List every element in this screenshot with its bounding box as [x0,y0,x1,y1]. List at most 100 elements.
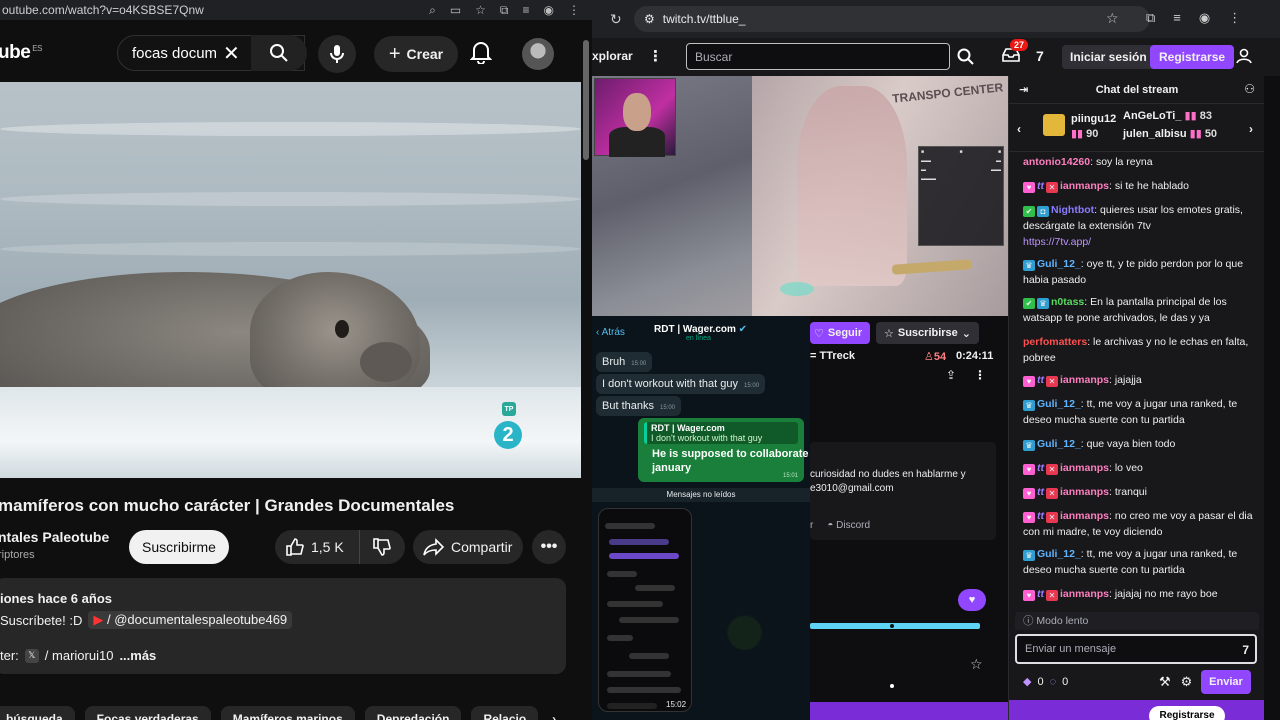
zoom-icon[interactable]: ⌕ [429,3,436,18]
register-button[interactable]: Registrarse [1150,45,1235,69]
discord-link[interactable]: ◓ Discord [827,520,870,531]
favorite-star-icon[interactable]: ☆ [970,656,983,673]
description-box[interactable]: iones hace 6 años Suscríbete! :D ▶ / @do… [0,578,566,674]
social-link[interactable]: r [810,520,813,531]
login-button[interactable]: Iniciar sesión [1062,45,1155,69]
emote-picker-icon[interactable]: 7 [1242,637,1249,663]
bookmark-star-icon[interactable]: ☆ [1106,10,1119,27]
more-menu-icon[interactable]: ⋮ [648,47,663,65]
share-button[interactable]: Compartir [413,530,523,564]
clear-icon[interactable]: ✕ [223,41,240,66]
chat-username[interactable]: Nightbot [1051,204,1094,216]
heart-button[interactable]: ♥ [958,589,986,611]
yt-create-button[interactable]: + Crear [374,36,458,72]
social-links: r ◓ Discord [810,520,870,531]
chat-username[interactable]: ianmanps [1060,374,1109,386]
chip[interactable]: Relacio [471,706,539,720]
chat-username[interactable]: Guli_12_ [1037,258,1081,270]
stream-player[interactable]: TRANSPO CENTER ■ ■ ■ ▬▬ ▬ ▬ ▬▬ ▬▬▬ [592,76,1008,316]
reload-icon[interactable]: ↻ [610,11,622,28]
extensions-icon[interactable]: ⧉ [500,3,509,18]
seventv-icon[interactable]: 7 [1036,48,1044,64]
media-icon[interactable]: ≡ [1173,10,1181,26]
community-icon[interactable]: ⚇ [1244,82,1255,96]
yt-avatar[interactable] [522,38,554,70]
youtube-logo[interactable]: ube ES [0,42,42,64]
share-icon[interactable]: ⇪ [946,368,956,382]
chat-username[interactable]: ianmanps [1060,588,1109,600]
chat-username[interactable]: ianmanps [1060,462,1109,474]
description-text: Suscríbete! :D [0,612,83,628]
show-more-link[interactable]: ...más [119,648,156,663]
follow-button[interactable]: ♡ Seguir [810,322,871,344]
profile-icon[interactable]: ◉ [1199,10,1210,26]
profile-icon[interactable]: ◉ [544,3,554,18]
chat-username[interactable]: perfomatters [1023,336,1087,348]
yt-url[interactable]: outube.com/watch?v=o4KSBSE7Qnw [0,3,429,17]
chevron-right-icon[interactable]: › [1249,122,1253,136]
media-icon[interactable]: ≡ [523,3,530,18]
chat-username[interactable]: antonio14260 [1023,156,1090,168]
chat-username[interactable]: Guli_12_ [1037,438,1081,450]
chip[interactable]: Focas verdaderas [84,706,211,720]
bottom-register-button[interactable]: Registrarse [1149,706,1225,720]
collapse-chat-icon[interactable]: ⇥ [1019,83,1028,96]
channel-points[interactable]: ◆ 0 ◌ 0 [1023,675,1068,689]
yt-voice-search-button[interactable] [318,35,356,73]
water-wave [0,192,581,206]
x-handle-link[interactable]: / mariorui10 [45,648,114,663]
chip[interactable]: Depredación [364,706,462,720]
settings-gear-icon[interactable]: ⚙ [1181,674,1193,690]
subscribe-button[interactable]: Suscribirme [129,530,229,564]
chat-text: : tranqui [1109,486,1147,498]
user-icon[interactable] [1236,48,1252,64]
chat-username[interactable]: ianmanps [1060,486,1109,498]
site-info-icon[interactable]: ⚙ [644,12,655,26]
extensions-icon[interactable]: ⧉ [1146,10,1155,26]
tw-address-bar[interactable]: ⚙ twitch.tv/ttblue_ [634,6,1150,32]
youtube-handle-link[interactable]: ▶ / @documentalespaleotube469 [88,611,293,629]
more-options-icon[interactable]: ⋮ [974,368,986,382]
chat-username[interactable]: Guli_12_ [1037,398,1081,410]
yt-video-player[interactable]: TP 2 [0,82,581,478]
tw-subscribe-button[interactable]: ☆ Suscribirse ⌄ [876,322,980,344]
yt-scrollbar[interactable] [583,40,589,160]
like-count: 1,5 K [311,539,344,555]
chevron-left-icon[interactable]: ‹ [1017,122,1021,136]
menu-icon[interactable]: ⋮ [1228,10,1241,26]
streamer-name[interactable]: = TTreck [810,350,855,362]
tw-search-input[interactable]: Buscar [686,43,950,70]
like-button[interactable]: 1,5 K [275,530,360,564]
gift-leaderboard: ‹ piingu12 ▮▮ 90 AnGeLoTi_ ▮▮ 83 julen_a… [1009,106,1265,152]
chat-username[interactable]: Guli_12_ [1037,548,1081,560]
whatsapp-overlay: ‹ Atrás RDT | Wager.com ✔ en línea Bruh 1… [592,316,810,720]
chat-username[interactable]: ianmanps [1060,510,1109,522]
chat-username[interactable]: n0tass [1051,296,1084,308]
chat-username[interactable]: ianmanps [1060,180,1109,192]
wa-back-button[interactable]: ‹ Atrás [596,327,625,338]
chat-message: ✔ ♛ n0tass: En la pantalla principal de lo… [1023,294,1255,326]
chat-badge-icon: ✕ [1046,464,1058,475]
chat-link[interactable]: https://7tv.app/ [1023,236,1091,248]
tw-search-button[interactable] [952,43,980,70]
yt-notifications-button[interactable] [470,40,492,64]
tw-browser-bar: ↻ ⚙ twitch.tv/ttblue_ ☆ ⧉ ≡ ◉ ⋮ [592,0,1280,38]
chat-badge-icon: ♥ [1023,376,1035,387]
dislike-button[interactable] [360,537,392,557]
chat-text: : soy la reyna [1090,156,1153,168]
cast-icon[interactable]: ▭ [450,3,461,18]
explore-link[interactable]: xplorar [592,49,633,63]
seal-head [250,272,420,402]
send-button[interactable]: Enviar [1201,670,1251,694]
chip[interactable]: Mamíferos marinos [220,706,355,720]
mod-tools-icon[interactable]: ⚒ [1159,674,1171,690]
menu-icon[interactable]: ⋮ [568,3,580,18]
more-actions-button[interactable]: ••• [532,530,566,564]
star-icon[interactable]: ☆ [475,3,486,18]
chevron-right-icon[interactable]: › [548,706,560,720]
yt-address-bar[interactable]: outube.com/watch?v=o4KSBSE7Qnw ⌕ ▭ ☆ ⧉ ≡… [0,0,592,20]
channel-name[interactable]: ntales Paleotube [0,529,109,545]
chat-input[interactable]: Enviar un mensaje 7 [1015,634,1257,664]
yt-search-button[interactable] [251,35,307,71]
chip[interactable]: búsqueda [0,706,75,720]
